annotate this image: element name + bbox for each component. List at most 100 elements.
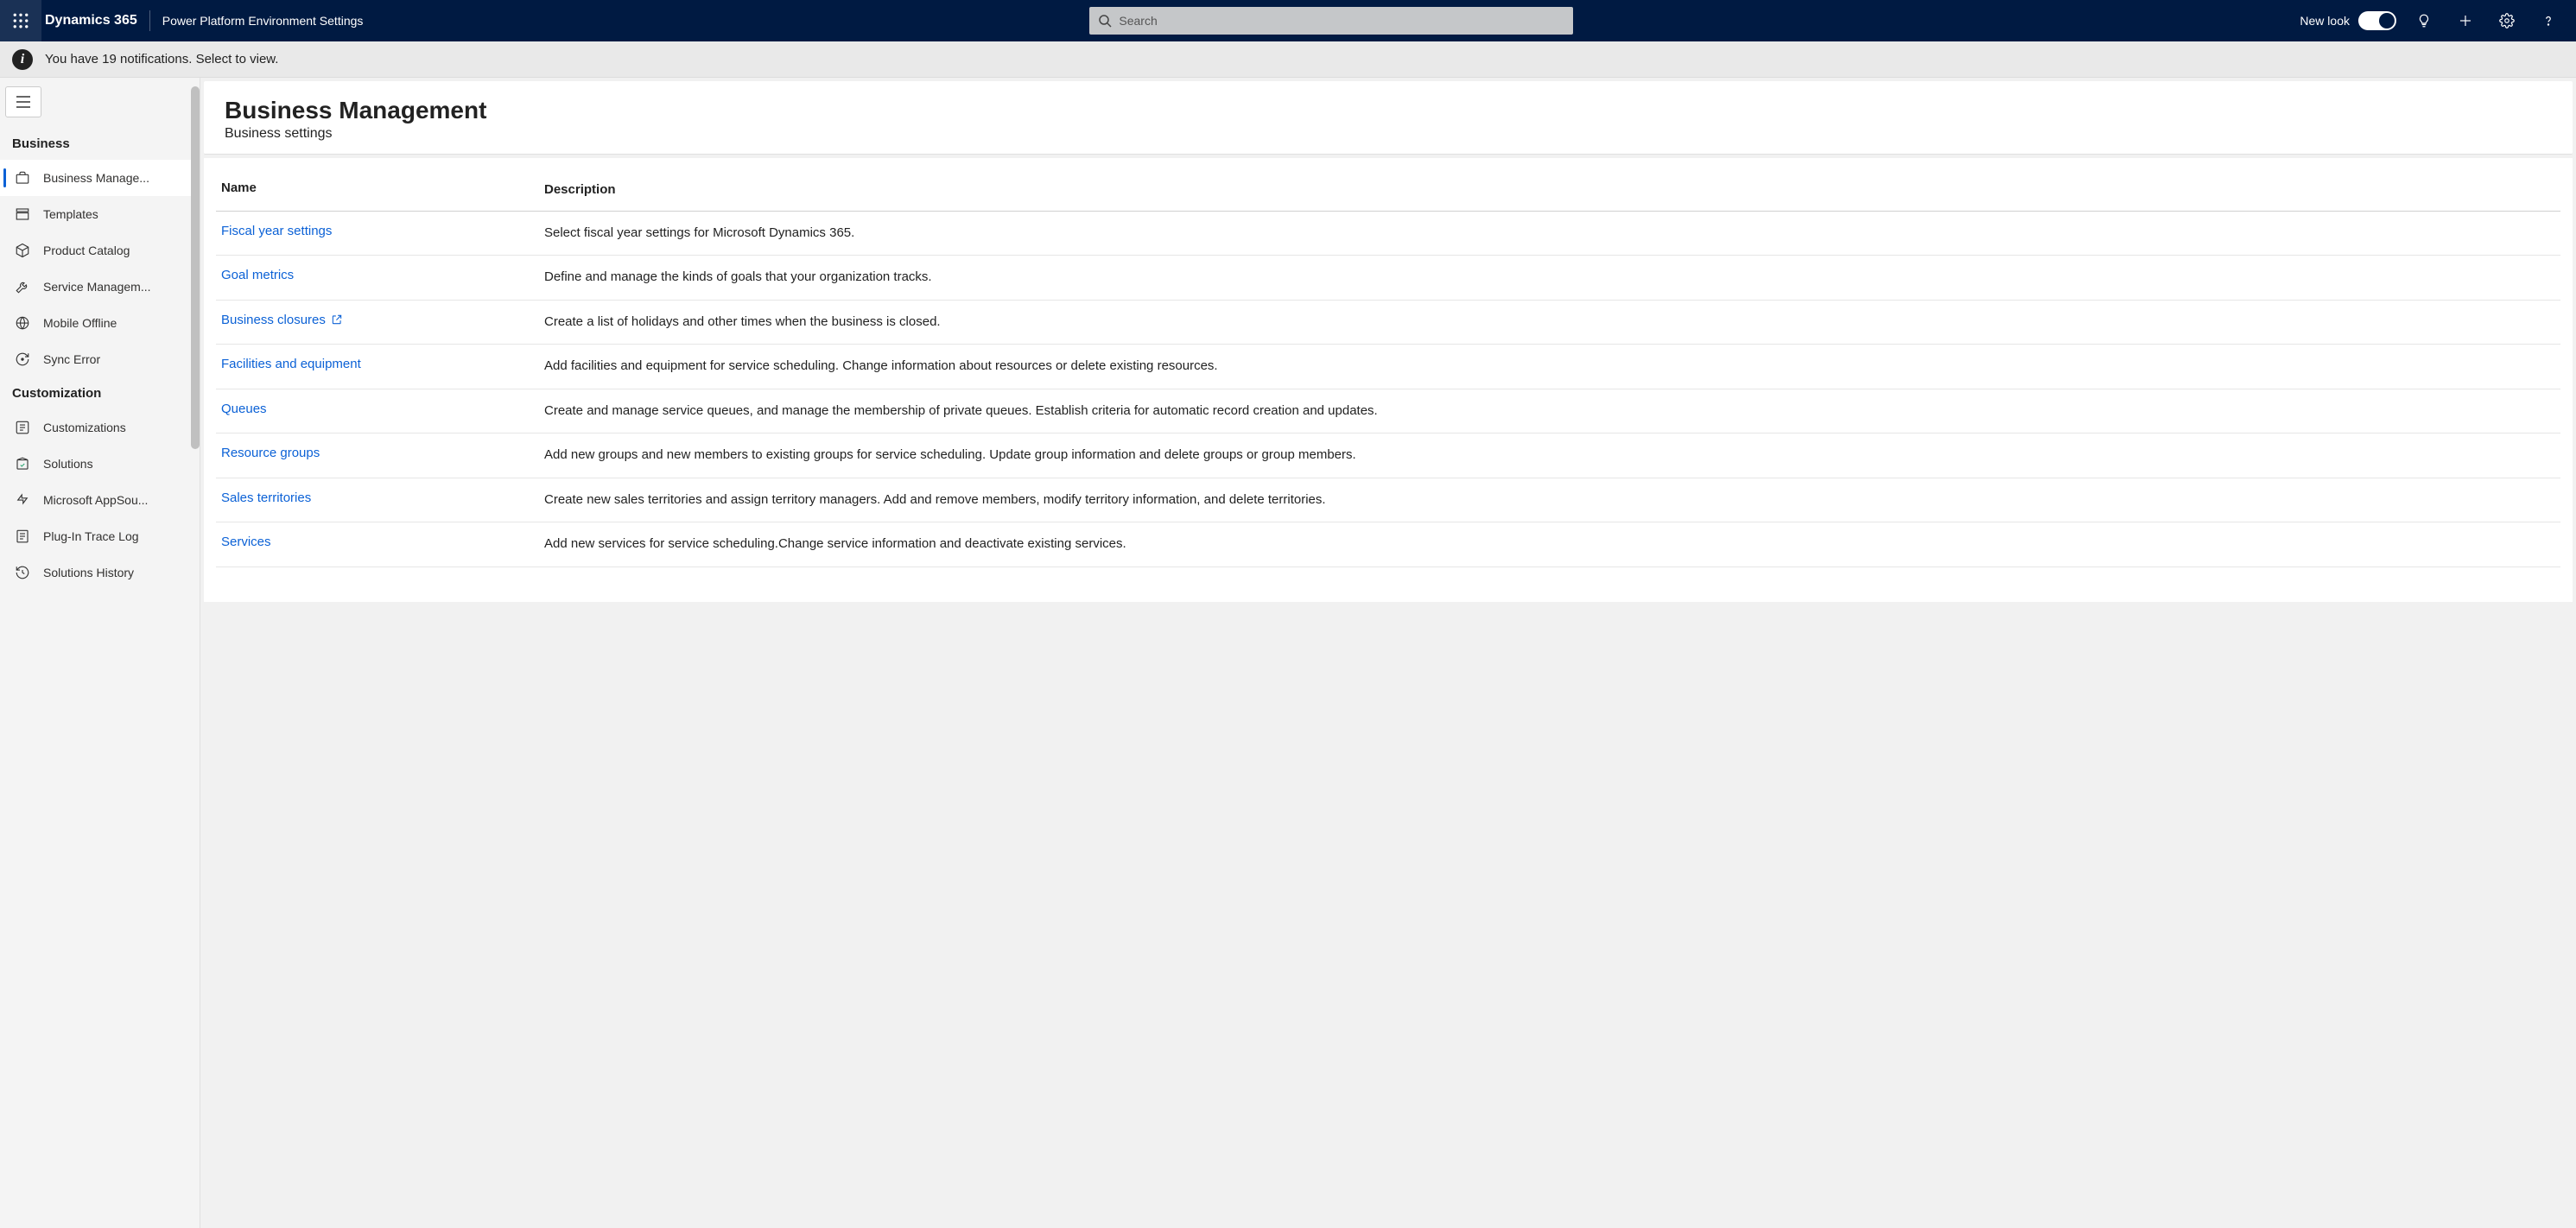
- main-content: Business Management Business settings Na…: [200, 78, 2576, 1228]
- new-look-label: New look: [2300, 14, 2350, 28]
- plus-icon: [2458, 13, 2473, 28]
- table-row: Queues Create and manage service queues, …: [216, 389, 2560, 434]
- settings-link[interactable]: Fiscal year settings: [221, 224, 332, 238]
- sidebar: Business Business Manage... Templates Pr…: [0, 78, 200, 1228]
- sidebar-item-label: Product Catalog: [43, 244, 130, 257]
- sidebar-item-solutions[interactable]: Solutions: [0, 446, 200, 482]
- search-icon: [1098, 14, 1112, 28]
- app-subtitle: Power Platform Environment Settings: [150, 14, 364, 28]
- settings-table-container: Name Description Fiscal year settings Sel…: [204, 158, 2573, 602]
- sidebar-group-business: Business: [0, 128, 200, 160]
- ideas-button[interactable]: [2403, 0, 2445, 41]
- table-cell-description: Add new services for service scheduling.…: [544, 535, 2560, 554]
- table-cell-description: Create new sales territories and assign …: [544, 491, 2560, 510]
- settings-table: Name Description Fiscal year settings Sel…: [216, 174, 2560, 567]
- settings-link[interactable]: Business closures: [221, 313, 343, 327]
- help-icon: [2541, 13, 2556, 28]
- page-layout: Business Business Manage... Templates Pr…: [0, 78, 2576, 1228]
- settings-link[interactable]: Facilities and equipment: [221, 357, 361, 371]
- page-title: Business Management: [225, 97, 2552, 124]
- gear-icon: [2499, 13, 2515, 28]
- top-nav-right: New look: [2300, 0, 2576, 41]
- table-cell-description: Add facilities and equipment for service…: [544, 357, 2560, 377]
- brand-label[interactable]: Dynamics 365: [41, 10, 150, 31]
- table-cell-name: Services: [216, 535, 544, 549]
- page-header: Business Management Business settings: [204, 81, 2573, 155]
- table-body: Fiscal year settings Select fiscal year s…: [216, 212, 2560, 567]
- table-cell-name: Fiscal year settings: [216, 224, 544, 238]
- table-cell-name: Facilities and equipment: [216, 357, 544, 371]
- table-row: Resource groups Add new groups and new me…: [216, 434, 2560, 478]
- table-row: Goal metrics Define and manage the kinds …: [216, 256, 2560, 301]
- table-cell-description: Add new groups and new members to existi…: [544, 446, 2560, 465]
- table-cell-description: Select fiscal year settings for Microsof…: [544, 224, 2560, 244]
- sidebar-scrollbar[interactable]: [191, 86, 200, 449]
- sidebar-item-sync-error[interactable]: Sync Error: [0, 341, 200, 377]
- top-nav-left: Dynamics 365 Power Platform Environment …: [0, 0, 363, 41]
- new-look-toggle[interactable]: [2358, 11, 2396, 30]
- table-cell-description: Create a list of holidays and other time…: [544, 313, 2560, 332]
- table-header: Name Description: [216, 174, 2560, 212]
- hamburger-icon: [16, 96, 31, 108]
- sidebar-item-label: Solutions History: [43, 566, 134, 579]
- sidebar-item-business-management[interactable]: Business Manage...: [0, 160, 200, 196]
- settings-link[interactable]: Queues: [221, 402, 267, 416]
- sidebar-item-label: Plug-In Trace Log: [43, 529, 139, 543]
- table-row: Fiscal year settings Select fiscal year s…: [216, 212, 2560, 256]
- sidebar-toggle-button[interactable]: [5, 86, 41, 117]
- search-wrap: [363, 7, 2300, 35]
- table-cell-description: Create and manage service queues, and ma…: [544, 402, 2560, 421]
- sidebar-item-appsource[interactable]: Microsoft AppSou...: [0, 482, 200, 518]
- table-row: Services Add new services for service sch…: [216, 522, 2560, 567]
- app-launcher-button[interactable]: [0, 0, 41, 41]
- column-header-description: Description: [544, 180, 2560, 200]
- sidebar-item-label: Sync Error: [43, 352, 100, 366]
- table-row: Sales territories Create new sales territ…: [216, 478, 2560, 523]
- settings-button[interactable]: [2486, 0, 2528, 41]
- search-input[interactable]: [1112, 14, 1564, 28]
- sidebar-item-label: Customizations: [43, 421, 126, 434]
- customize-icon: [14, 419, 31, 436]
- history-icon: [14, 564, 31, 581]
- waffle-icon: [13, 13, 29, 28]
- sync-error-icon: [14, 351, 31, 368]
- sidebar-item-customizations[interactable]: Customizations: [0, 409, 200, 446]
- sidebar-item-label: Templates: [43, 207, 98, 221]
- settings-link[interactable]: Goal metrics: [221, 268, 294, 282]
- settings-link[interactable]: Services: [221, 535, 271, 549]
- search-box[interactable]: [1089, 7, 1573, 35]
- settings-link[interactable]: Resource groups: [221, 446, 320, 460]
- sidebar-item-label: Solutions: [43, 457, 93, 471]
- table-cell-description: Define and manage the kinds of goals tha…: [544, 268, 2560, 288]
- table-cell-name: Queues: [216, 402, 544, 416]
- sidebar-group-customization: Customization: [0, 377, 200, 409]
- table-cell-name: Resource groups: [216, 446, 544, 460]
- sidebar-item-service-management[interactable]: Service Managem...: [0, 269, 200, 305]
- sidebar-item-label: Business Manage...: [43, 171, 149, 185]
- globe-icon: [14, 314, 31, 332]
- column-header-name: Name: [216, 180, 544, 195]
- templates-icon: [14, 206, 31, 223]
- settings-link[interactable]: Sales territories: [221, 491, 311, 505]
- appsource-icon: [14, 491, 31, 509]
- table-row: Business closures Create a list of holida…: [216, 301, 2560, 345]
- sidebar-item-plugin-trace-log[interactable]: Plug-In Trace Log: [0, 518, 200, 554]
- notification-text: You have 19 notifications. Select to vie…: [45, 52, 278, 66]
- solutions-icon: [14, 455, 31, 472]
- info-icon: i: [12, 49, 33, 70]
- sidebar-item-mobile-offline[interactable]: Mobile Offline: [0, 305, 200, 341]
- sidebar-item-label: Mobile Offline: [43, 316, 117, 330]
- wrench-icon: [14, 278, 31, 295]
- sidebar-item-solutions-history[interactable]: Solutions History: [0, 554, 200, 591]
- notification-bar[interactable]: i You have 19 notifications. Select to v…: [0, 41, 2576, 78]
- lightbulb-icon: [2416, 13, 2432, 28]
- table-cell-name: Goal metrics: [216, 268, 544, 282]
- briefcase-icon: [14, 169, 31, 187]
- top-nav: Dynamics 365 Power Platform Environment …: [0, 0, 2576, 41]
- new-look-toggle-group: New look: [2300, 11, 2396, 30]
- sidebar-item-product-catalog[interactable]: Product Catalog: [0, 232, 200, 269]
- sidebar-item-templates[interactable]: Templates: [0, 196, 200, 232]
- box-icon: [14, 242, 31, 259]
- add-button[interactable]: [2445, 0, 2486, 41]
- help-button[interactable]: [2528, 0, 2569, 41]
